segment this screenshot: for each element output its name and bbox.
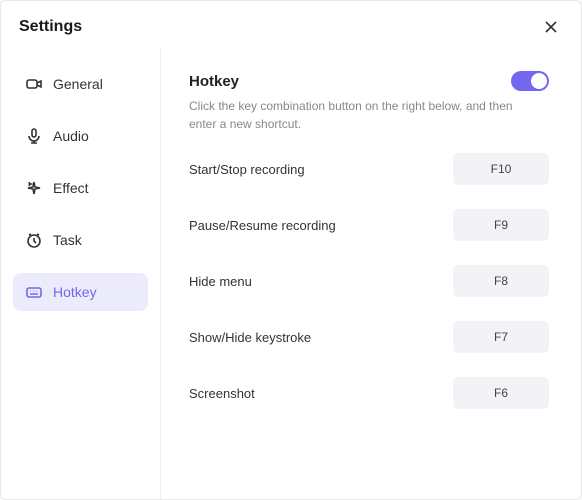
hotkey-row-start-stop: Start/Stop recording F10	[189, 153, 549, 185]
key-button-pause-resume[interactable]: F9	[453, 209, 549, 241]
key-button-keystroke[interactable]: F7	[453, 321, 549, 353]
sidebar-item-label: General	[53, 76, 103, 92]
settings-window: Settings General Audio	[0, 0, 582, 500]
hotkey-row-pause-resume: Pause/Resume recording F9	[189, 209, 549, 241]
section-title: Hotkey	[189, 73, 239, 90]
clock-icon	[25, 231, 43, 249]
page-title: Settings	[19, 18, 82, 36]
sidebar-item-hotkey[interactable]: Hotkey	[13, 273, 148, 311]
sidebar: General Audio Effect Task	[1, 47, 161, 499]
sidebar-item-general[interactable]: General	[13, 65, 148, 103]
main-panel: Hotkey Click the key combination button …	[161, 47, 581, 499]
section-description: Click the key combination button on the …	[189, 97, 529, 133]
row-label: Start/Stop recording	[189, 162, 305, 177]
hotkey-row-screenshot: Screenshot F6	[189, 377, 549, 409]
hotkey-row-keystroke: Show/Hide keystroke F7	[189, 321, 549, 353]
sidebar-item-effect[interactable]: Effect	[13, 169, 148, 207]
microphone-icon	[25, 127, 43, 145]
close-icon	[544, 20, 558, 34]
sidebar-item-label: Task	[53, 232, 82, 248]
keyboard-icon	[25, 283, 43, 301]
key-button-screenshot[interactable]: F6	[453, 377, 549, 409]
sidebar-item-label: Effect	[53, 180, 89, 196]
close-button[interactable]	[539, 15, 563, 39]
hotkey-toggle[interactable]	[511, 71, 549, 91]
sparkle-icon	[25, 179, 43, 197]
row-label: Screenshot	[189, 386, 255, 401]
key-button-start-stop[interactable]: F10	[453, 153, 549, 185]
sidebar-item-label: Hotkey	[53, 284, 97, 300]
sidebar-item-task[interactable]: Task	[13, 221, 148, 259]
hotkey-row-hide-menu: Hide menu F8	[189, 265, 549, 297]
sidebar-item-label: Audio	[53, 128, 89, 144]
camera-icon	[25, 75, 43, 93]
sidebar-item-audio[interactable]: Audio	[13, 117, 148, 155]
row-label: Hide menu	[189, 274, 252, 289]
section-header: Hotkey	[189, 71, 549, 91]
body: General Audio Effect Task	[1, 47, 581, 499]
row-label: Show/Hide keystroke	[189, 330, 311, 345]
key-button-hide-menu[interactable]: F8	[453, 265, 549, 297]
row-label: Pause/Resume recording	[189, 218, 336, 233]
titlebar: Settings	[1, 1, 581, 47]
